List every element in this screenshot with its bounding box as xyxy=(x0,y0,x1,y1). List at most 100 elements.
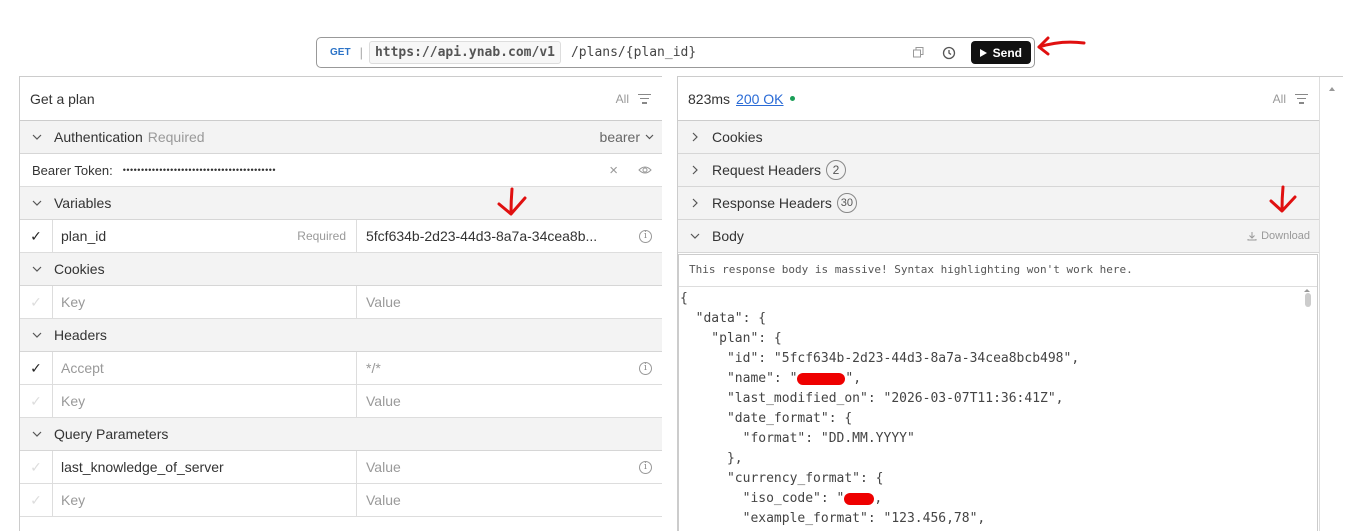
response-status[interactable]: 200 OK xyxy=(736,91,783,107)
auth-label: Authentication xyxy=(54,129,143,145)
response-headers-header[interactable]: Response Headers 30 xyxy=(678,187,1319,220)
eye-icon[interactable] xyxy=(638,162,652,178)
history-icon[interactable] xyxy=(941,45,957,61)
request-headers-header[interactable]: Request Headers 2 xyxy=(678,154,1319,187)
headers-label: Headers xyxy=(54,327,107,343)
auth-type-select[interactable]: bearer xyxy=(600,129,654,145)
panel-scrollbar-track[interactable] xyxy=(1319,77,1343,531)
request-filter[interactable]: All xyxy=(616,92,651,106)
chevron-down-icon xyxy=(20,200,54,206)
variable-checkbox[interactable]: ✓ xyxy=(20,228,52,245)
info-icon[interactable]: i xyxy=(639,460,652,474)
http-method[interactable]: GET xyxy=(330,47,351,58)
query-value-input[interactable]: Value xyxy=(356,484,662,516)
response-cookies-label: Cookies xyxy=(712,129,763,145)
code-line-iso: "iso_code": ", xyxy=(680,489,1317,509)
variable-required-tag: Required xyxy=(297,229,346,243)
header-key-input[interactable]: Key xyxy=(52,385,356,417)
chevron-right-icon xyxy=(678,198,712,208)
scrollbar-thumb[interactable] xyxy=(1305,293,1311,307)
code-line: "data": { xyxy=(680,311,767,326)
body-section-header[interactable]: Body Download xyxy=(678,220,1319,253)
download-label: Download xyxy=(1261,230,1310,242)
query-row: ✓ last_knowledge_of_server Value i xyxy=(20,451,662,484)
response-body[interactable]: This response body is massive! Syntax hi… xyxy=(678,254,1318,531)
query-checkbox[interactable]: ✓ xyxy=(20,459,52,476)
send-button[interactable]: Send xyxy=(970,41,1031,64)
response-cookies-header[interactable]: Cookies xyxy=(678,121,1319,154)
cookies-section-header[interactable]: Cookies xyxy=(20,253,662,286)
code-line: }, xyxy=(680,451,743,466)
chevron-down-icon xyxy=(645,134,654,140)
request-title-row: Get a plan All xyxy=(20,77,662,121)
info-icon[interactable]: i xyxy=(639,361,652,375)
copy-icon[interactable] xyxy=(911,45,927,61)
header-empty-checkbox[interactable]: ✓ xyxy=(20,393,52,410)
json-viewer[interactable]: { "data": { "plan": { "id": "5fcf634b-2d… xyxy=(679,287,1317,529)
query-empty-checkbox[interactable]: ✓ xyxy=(20,492,52,509)
variable-value-text: 5fcf634b-2d23-44d3-8a7a-34cea8b... xyxy=(366,228,598,244)
query-section-header[interactable]: Query Parameters xyxy=(20,418,662,451)
auth-type-value: bearer xyxy=(599,129,640,145)
method-separator: | xyxy=(359,45,363,60)
variable-value[interactable]: 5fcf634b-2d23-44d3-8a7a-34cea8b... i xyxy=(356,220,662,252)
response-headers-label: Response Headers xyxy=(712,195,832,211)
send-label: Send xyxy=(992,45,1022,60)
code-line: "example_format": "123.456,78", xyxy=(680,511,986,526)
bearer-token-row[interactable]: Bearer Token: ••••••••••••••••••••••••••… xyxy=(20,154,662,187)
cookie-key-input[interactable]: Key xyxy=(52,286,356,318)
request-panel: Get a plan All Authentication Required b… xyxy=(19,76,662,531)
bearer-token-input[interactable]: ••••••••••••••••••••••••••••••••••••••••… xyxy=(123,165,276,175)
variable-key[interactable]: plan_id Required xyxy=(52,220,356,252)
annotation-arrow-send xyxy=(1037,36,1086,56)
filter-label: All xyxy=(615,91,629,106)
status-dot xyxy=(789,96,795,101)
play-icon xyxy=(979,48,987,57)
redaction-mark xyxy=(797,372,846,385)
chevron-down-icon xyxy=(20,332,54,338)
query-key-input[interactable]: Key xyxy=(52,484,356,516)
cookie-value-input[interactable]: Value xyxy=(356,286,662,318)
query-label: Query Parameters xyxy=(54,426,169,442)
download-button[interactable]: Download xyxy=(1247,230,1310,242)
code-line: "date_format": { xyxy=(680,411,853,426)
header-value-input[interactable]: Value xyxy=(356,385,662,417)
annotation-arrow-download xyxy=(1269,185,1297,213)
chevron-down-icon xyxy=(678,233,712,239)
cookies-label: Cookies xyxy=(54,261,105,277)
code-line: "format": "DD.MM.YYYY" xyxy=(680,431,915,446)
download-icon xyxy=(1247,232,1257,241)
header-key[interactable]: Accept xyxy=(52,352,356,384)
code-line: "id": "5fcf634b-2d23-44d3-8a7a-34cea8bcb… xyxy=(680,351,1080,366)
headers-section-header[interactable]: Headers xyxy=(20,319,662,352)
query-key[interactable]: last_knowledge_of_server xyxy=(52,451,356,483)
url-bar[interactable]: GET | https://api.ynab.com/v1 /plans/{pl… xyxy=(316,37,1035,68)
scroll-up-arrow[interactable] xyxy=(1329,87,1335,91)
response-filter[interactable]: All xyxy=(1273,92,1308,106)
base-url[interactable]: https://api.ynab.com/v1 xyxy=(368,41,561,64)
header-checkbox[interactable]: ✓ xyxy=(20,360,52,377)
variables-label: Variables xyxy=(54,195,112,211)
body-notice: This response body is massive! Syntax hi… xyxy=(679,255,1317,287)
chevron-down-icon xyxy=(20,431,54,437)
url-path[interactable]: /plans/{plan_id} xyxy=(571,45,911,60)
code-line: "currency_format": { xyxy=(680,471,884,486)
query-empty-row: ✓ Key Value xyxy=(20,484,662,517)
filter-icon xyxy=(637,93,651,104)
cookie-checkbox[interactable]: ✓ xyxy=(20,294,52,311)
request-headers-label: Request Headers xyxy=(712,162,821,178)
filter-label: All xyxy=(1272,91,1286,106)
response-headers-count: 30 xyxy=(836,193,857,213)
header-value[interactable]: */* i xyxy=(356,352,662,384)
auth-section-header[interactable]: Authentication Required bearer xyxy=(20,121,662,154)
variables-section-header[interactable]: Variables xyxy=(20,187,662,220)
query-value[interactable]: Value i xyxy=(356,451,662,483)
code-line: { xyxy=(680,291,688,306)
info-icon[interactable]: i xyxy=(639,229,652,243)
redaction-mark xyxy=(844,492,875,505)
scroll-up-arrow[interactable] xyxy=(1304,289,1310,292)
variable-row: ✓ plan_id Required 5fcf634b-2d23-44d3-8a… xyxy=(20,220,662,253)
clear-icon[interactable]: × xyxy=(609,162,618,179)
code-line: "last_modified_on": "2026-03-07T11:36:41… xyxy=(680,391,1064,406)
chevron-down-icon xyxy=(20,134,54,140)
